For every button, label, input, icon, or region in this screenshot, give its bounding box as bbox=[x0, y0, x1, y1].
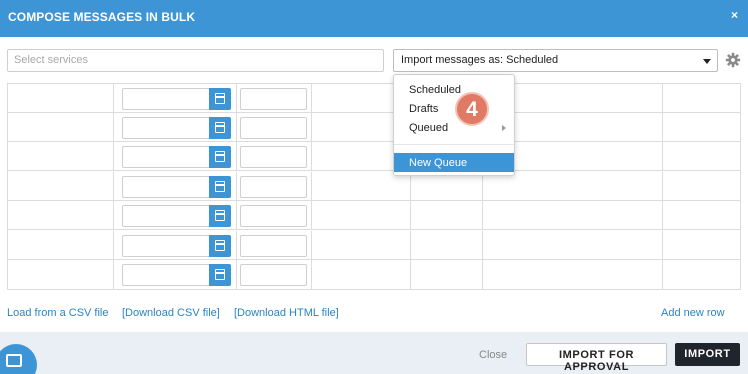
download-html-link[interactable]: [Download HTML file] bbox=[234, 307, 339, 319]
dropdown-item-drafts[interactable]: Drafts bbox=[394, 99, 514, 118]
download-csv-link[interactable]: [Download CSV file] bbox=[122, 307, 220, 319]
time-input[interactable] bbox=[240, 205, 307, 227]
table-row bbox=[8, 84, 740, 113]
date-input[interactable] bbox=[122, 117, 231, 139]
close-icon[interactable]: × bbox=[731, 8, 738, 22]
import-mode-select-value: Import messages as: Scheduled bbox=[401, 54, 559, 66]
add-row-link[interactable]: Add new row bbox=[661, 307, 725, 319]
table-row bbox=[8, 172, 740, 201]
dropdown-divider bbox=[394, 144, 514, 145]
dialog-title: COMPOSE MESSAGES IN BULK bbox=[8, 10, 196, 24]
date-input[interactable] bbox=[122, 205, 231, 227]
table-row bbox=[8, 113, 740, 142]
time-input[interactable] bbox=[240, 88, 307, 110]
date-input[interactable] bbox=[122, 176, 231, 198]
calendar-icon bbox=[215, 93, 225, 104]
calendar-button[interactable] bbox=[209, 117, 231, 139]
load-csv-link[interactable]: Load from a CSV file bbox=[7, 307, 109, 319]
dropdown-item-label: Queued bbox=[409, 122, 449, 134]
dropdown-item-scheduled[interactable]: Scheduled bbox=[394, 80, 514, 99]
calendar-icon bbox=[215, 181, 225, 192]
dialog-footer: Close IMPORT FOR APPROVAL IMPORT bbox=[0, 332, 748, 374]
calendar-button[interactable] bbox=[209, 205, 231, 227]
table-row bbox=[8, 231, 740, 260]
import-button[interactable]: IMPORT bbox=[675, 343, 740, 366]
calendar-button[interactable] bbox=[209, 146, 231, 168]
time-input[interactable] bbox=[240, 235, 307, 257]
bulk-messages-grid bbox=[7, 83, 741, 290]
date-input[interactable] bbox=[122, 88, 231, 110]
dialog-titlebar: COMPOSE MESSAGES IN BULK × bbox=[0, 0, 748, 37]
table-row bbox=[8, 142, 740, 171]
time-input[interactable] bbox=[240, 117, 307, 139]
table-row bbox=[8, 260, 740, 289]
chevron-right-icon bbox=[502, 125, 506, 131]
calendar-icon bbox=[215, 151, 225, 162]
chat-icon bbox=[6, 354, 22, 367]
dropdown-item-new-queue[interactable]: New Queue bbox=[394, 153, 514, 172]
date-input[interactable] bbox=[122, 235, 231, 257]
calendar-icon bbox=[215, 122, 225, 133]
import-mode-select[interactable]: Import messages as: Scheduled bbox=[393, 49, 718, 72]
date-input[interactable] bbox=[122, 264, 231, 286]
calendar-button[interactable] bbox=[209, 88, 231, 110]
dropdown-item-queued[interactable]: Queued bbox=[394, 118, 514, 137]
step-number-badge: 4 bbox=[455, 92, 489, 126]
table-row bbox=[8, 201, 740, 230]
time-input[interactable] bbox=[240, 146, 307, 168]
calendar-button[interactable] bbox=[209, 235, 231, 257]
calendar-icon bbox=[215, 269, 225, 280]
step-number: 4 bbox=[466, 98, 478, 121]
calendar-icon bbox=[215, 240, 225, 251]
select-services-input[interactable]: Select services bbox=[7, 49, 384, 72]
date-input[interactable] bbox=[122, 146, 231, 168]
time-input[interactable] bbox=[240, 264, 307, 286]
import-for-approval-button[interactable]: IMPORT FOR APPROVAL bbox=[526, 343, 667, 373]
import-mode-dropdown: Scheduled Drafts Queued New Queue bbox=[393, 74, 515, 176]
chat-widget-button[interactable] bbox=[0, 344, 37, 374]
time-input[interactable] bbox=[240, 176, 307, 198]
close-button[interactable]: Close bbox=[479, 349, 507, 361]
calendar-button[interactable] bbox=[209, 264, 231, 286]
calendar-icon bbox=[215, 210, 225, 221]
gear-icon[interactable] bbox=[725, 52, 741, 68]
calendar-button[interactable] bbox=[209, 176, 231, 198]
chevron-down-icon bbox=[703, 59, 711, 64]
